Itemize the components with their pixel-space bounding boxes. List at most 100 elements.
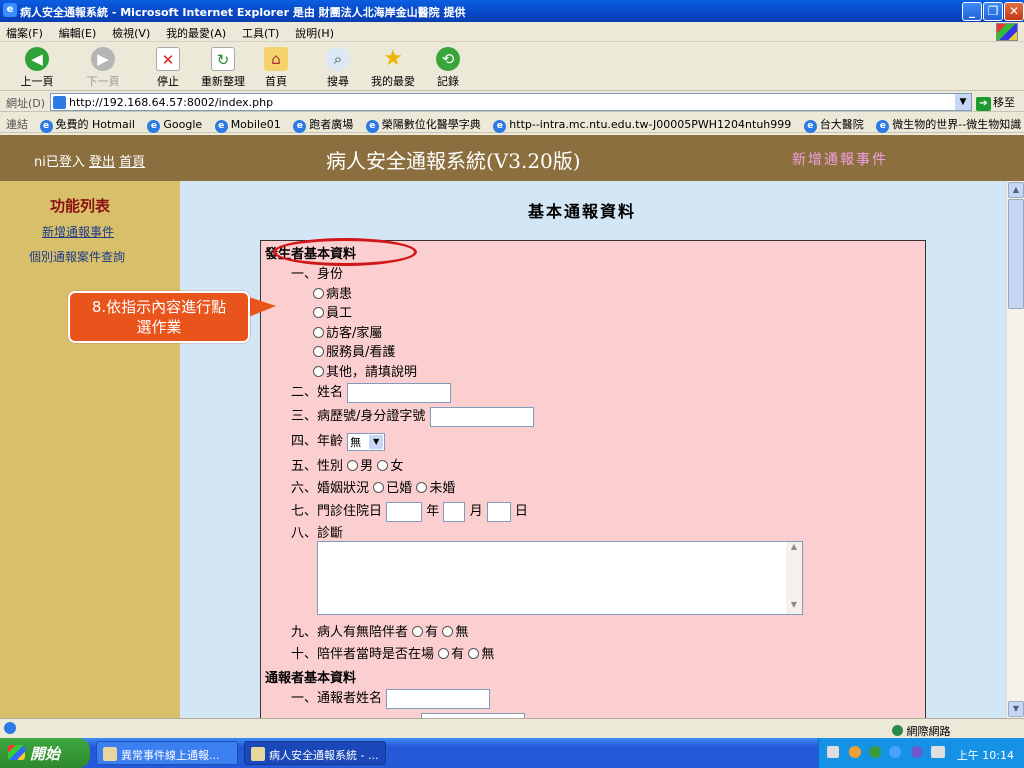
taskbar-item-ie[interactable]: 病人安全通報系統 - ... <box>244 741 386 765</box>
history-icon: ⟲ <box>436 47 460 71</box>
visit-year-input[interactable] <box>386 501 423 522</box>
companion-yes-option[interactable]: 有 <box>412 625 438 640</box>
address-input[interactable]: http://192.168.64.57:8002/index.php ▼ <box>50 93 972 111</box>
taskbar-item-powerpoint[interactable]: 異常事件線上通報... <box>96 741 238 765</box>
login-status: ni已登入 <box>34 155 85 170</box>
start-label: 開始 <box>30 745 61 763</box>
window-title-bar: e 病人安全通報系統 - Microsoft Internet Explorer… <box>0 0 1024 22</box>
year-label: 年 <box>426 504 440 519</box>
tray-app-icon[interactable] <box>849 746 861 758</box>
tray-network-icon[interactable] <box>869 746 881 758</box>
keyboard-icon[interactable] <box>827 746 839 758</box>
id-label: 三、病歷號/身分證字號 <box>291 409 426 424</box>
companion-no-option[interactable]: 無 <box>442 625 468 640</box>
marital-row: 六、婚姻狀況 已婚 未婚 <box>291 477 455 496</box>
go-button[interactable]: ➔ 移至 <box>976 94 1015 111</box>
companion-present-row: 十、陪伴者當時是否在場 有 無 <box>291 643 494 662</box>
identity-option-label: 訪客/家屬 <box>326 326 383 341</box>
forward-button[interactable]: ▶ 下一頁 <box>80 47 126 89</box>
radio-icon <box>313 346 324 357</box>
link-runners[interactable]: 跑者廣場 <box>289 113 358 133</box>
link-mobile01[interactable]: Mobile01 <box>211 115 286 133</box>
clock[interactable]: 上午 10:14 <box>957 747 1014 763</box>
link-microbe-world[interactable]: 微生物的世界--微生物知識 <box>872 113 1024 133</box>
link-hotmail[interactable]: 免費的 Hotmail <box>36 113 140 133</box>
link-ntuh[interactable]: 台大醫院 <box>800 113 869 133</box>
menu-file[interactable]: 檔案(F) <box>0 22 49 41</box>
radio-icon <box>442 626 454 637</box>
visit-day-input[interactable] <box>486 501 511 522</box>
companion-present-no-option[interactable]: 無 <box>468 647 494 662</box>
marital-married-option[interactable]: 已婚 <box>373 481 412 496</box>
menu-favorites[interactable]: 我的最愛(A) <box>160 22 232 41</box>
menu-tools[interactable]: 工具(T) <box>236 22 285 41</box>
companion-present-yes-label: 有 <box>451 647 465 662</box>
taskbar: 開始 異常事件線上通報... 病人安全通報系統 - ... 上午 10:14 <box>0 738 1024 768</box>
home-link[interactable]: 首頁 <box>119 155 145 170</box>
menu-view[interactable]: 檢視(V) <box>106 22 156 41</box>
stop-button[interactable]: ✕ 停止 <box>150 47 186 89</box>
identity-option-caregiver[interactable]: 服務員/看護 <box>313 341 395 360</box>
age-select[interactable]: 無 ▼ <box>347 432 386 451</box>
go-arrow-icon: ➔ <box>976 97 991 111</box>
search-button[interactable]: ⌕ 搜尋 <box>320 47 356 89</box>
tray-monitor-icon[interactable] <box>931 746 945 758</box>
diagnosis-textarea[interactable]: ▲ ▼ <box>317 541 803 615</box>
logout-link[interactable]: 登出 <box>89 155 115 170</box>
tray-volume-icon[interactable] <box>911 746 923 758</box>
favorites-button[interactable]: ★ 我的最愛 <box>366 47 420 89</box>
age-label: 四、年齡 <box>291 434 344 449</box>
companion-no-label: 無 <box>455 625 469 640</box>
refresh-button[interactable]: ↻ 重新整理 <box>196 47 250 89</box>
identity-option-patient[interactable]: 病患 <box>313 283 352 302</box>
marital-single-option[interactable]: 未婚 <box>416 481 455 496</box>
radio-icon <box>313 288 324 299</box>
identity-option-visitor[interactable]: 訪客/家屬 <box>313 322 382 341</box>
start-button[interactable]: 開始 <box>0 738 90 768</box>
restore-button[interactable]: ❐ <box>983 2 1003 21</box>
instruction-callout: 8.依指示內容進行點 選作業 <box>68 291 250 343</box>
identity-option-label: 服務員/看護 <box>326 345 396 360</box>
link-google[interactable]: Google <box>143 115 207 133</box>
scroll-down-icon[interactable]: ▼ <box>786 600 802 614</box>
radio-icon <box>377 460 389 471</box>
scroll-down-icon[interactable]: ▼ <box>1008 701 1024 717</box>
history-button[interactable]: ⟲ 記錄 <box>430 47 466 89</box>
companion-present-yes-option[interactable]: 有 <box>438 647 464 662</box>
form-box: 發生者基本資料 一、身份 病患 員工 訪客/家屬 服務員/看護 其他，請填說明 … <box>260 240 926 718</box>
scroll-up-icon[interactable]: ▲ <box>1008 182 1024 198</box>
tray-ie-icon[interactable] <box>889 746 901 758</box>
reporter-name-label: 一、通報者姓名 <box>291 691 383 706</box>
name-row: 二、姓名 <box>291 381 452 403</box>
sidebar-item-new-event[interactable]: 新增通報事件 <box>42 223 114 240</box>
id-input[interactable] <box>429 406 534 427</box>
reporter-name-input[interactable] <box>386 688 491 709</box>
scroll-thumb[interactable] <box>1008 199 1024 309</box>
back-button[interactable]: ◀ 上一頁 <box>14 47 60 89</box>
home-button[interactable]: ⌂ 首頁 <box>258 47 294 89</box>
home-icon: ⌂ <box>264 47 288 71</box>
page-scrollbar[interactable]: ▲ ▼ <box>1006 181 1024 718</box>
identity-option-staff[interactable]: 員工 <box>313 302 352 321</box>
forward-arrow-icon: ▶ <box>91 47 115 71</box>
visit-month-input[interactable] <box>443 501 466 522</box>
address-dropdown-icon[interactable]: ▼ <box>955 94 971 110</box>
gender-male-option[interactable]: 男 <box>347 459 373 474</box>
sidebar-item-case-query[interactable]: 個別通報案件查詢 <box>29 248 125 265</box>
link-med-dictionary[interactable]: 榮陽數位化醫學字典 <box>362 113 486 133</box>
back-arrow-icon: ◀ <box>25 47 49 71</box>
identity-option-other[interactable]: 其他，請填說明 <box>313 361 417 380</box>
link-ntuh-intra[interactable]: http--intra.mc.ntu.edu.tw-J00005PWH1204n… <box>489 115 796 133</box>
page-header: ni已登入 登出 首頁 病人安全通報系統(V3.20版) 新增通報事件 <box>0 135 1024 181</box>
menu-help[interactable]: 說明(H) <box>289 22 340 41</box>
refresh-icon: ↻ <box>211 47 235 71</box>
minimize-button[interactable]: _ <box>962 2 982 21</box>
globe-icon <box>892 725 903 736</box>
history-label: 記錄 <box>437 75 459 88</box>
name-input[interactable] <box>347 382 452 403</box>
scroll-up-icon[interactable]: ▲ <box>786 542 802 556</box>
menu-edit[interactable]: 編輯(E) <box>53 22 103 41</box>
textarea-scrollbar[interactable]: ▲ ▼ <box>786 542 802 614</box>
gender-female-option[interactable]: 女 <box>377 459 403 474</box>
close-button[interactable]: ✕ <box>1004 2 1024 21</box>
